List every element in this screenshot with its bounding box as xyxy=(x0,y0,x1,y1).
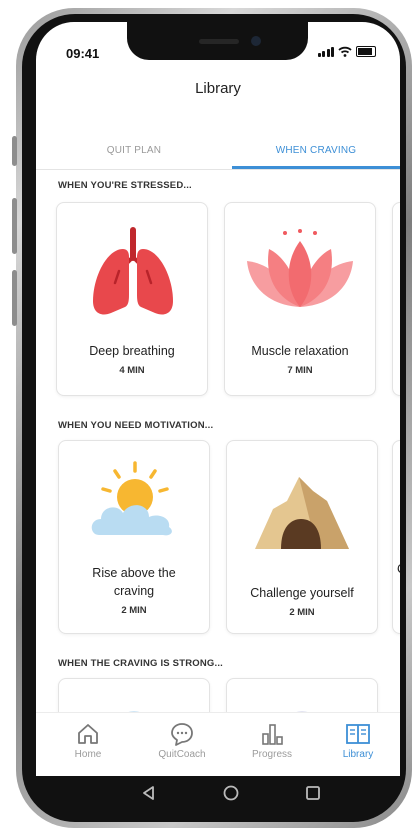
notch xyxy=(127,22,308,60)
speaker-grill xyxy=(199,39,239,44)
card-title: Challenge yourself xyxy=(250,586,354,600)
back-icon[interactable] xyxy=(140,784,158,802)
battery-icon xyxy=(356,46,376,57)
page-title: Library xyxy=(195,80,241,97)
card-duration: 4 MIN xyxy=(119,365,145,376)
nav-home[interactable]: Home xyxy=(48,721,128,760)
nav-label-progress: Progress xyxy=(251,749,292,760)
home-circle-icon[interactable] xyxy=(222,784,240,802)
status-icons xyxy=(317,46,376,57)
recents-icon[interactable] xyxy=(304,784,322,802)
active-tab-indicator xyxy=(232,166,400,169)
section-label-strong: WHEN THE CRAVING IS STRONG... xyxy=(58,658,224,669)
book-icon xyxy=(346,724,370,744)
tab-quit-plan[interactable]: QUIT PLAN xyxy=(36,136,232,166)
card-muscle-relaxation[interactable]: Muscle relaxation 7 MIN xyxy=(224,202,376,396)
bar-chart-icon xyxy=(262,724,283,745)
signal-icon xyxy=(317,47,334,57)
lungs-icon xyxy=(93,227,173,315)
card-duration: 2 MIN xyxy=(121,605,147,616)
card-partial-motivation[interactable]: C xyxy=(392,440,400,634)
bottom-nav: Home QuitCoach Progress Library xyxy=(36,712,400,776)
nav-library[interactable]: Library xyxy=(318,721,398,760)
nav-label-library: Library xyxy=(342,749,374,760)
tab-divider xyxy=(36,169,400,170)
card-title-line-2: craving xyxy=(113,584,155,598)
card-duration: 7 MIN xyxy=(287,365,313,376)
section-label-stressed: WHEN YOU'RE STRESSED... xyxy=(58,180,192,191)
chat-bubble-icon xyxy=(171,723,193,746)
sun-cloud-icon xyxy=(91,461,172,536)
card-title-partial: C xyxy=(397,561,400,578)
wifi-icon xyxy=(338,46,352,57)
card-rise-above-craving[interactable]: Rise above the craving 2 MIN xyxy=(58,440,210,634)
card-deep-breathing[interactable]: Deep breathing 4 MIN xyxy=(56,202,208,396)
system-nav-bar xyxy=(36,776,400,828)
nav-label-quitcoach: QuitCoach xyxy=(158,749,206,760)
home-icon xyxy=(78,724,98,744)
nav-quitcoach[interactable]: QuitCoach xyxy=(142,721,222,760)
card-title: Deep breathing xyxy=(89,344,175,358)
front-camera xyxy=(251,36,261,46)
lotus-icon xyxy=(247,229,353,307)
volume-up-button xyxy=(12,198,17,254)
volume-down-button xyxy=(12,270,17,326)
status-time: 09:41 xyxy=(66,46,100,61)
card-title-line-1: Rise above the xyxy=(92,566,176,580)
section-label-motivation: WHEN YOU NEED MOTIVATION... xyxy=(58,420,214,431)
card-partial-stressed[interactable] xyxy=(392,202,400,396)
nav-label-home: Home xyxy=(74,749,102,760)
mute-switch xyxy=(12,136,17,166)
tab-when-craving[interactable]: WHEN CRAVING xyxy=(232,136,400,166)
app-screen: 09:41 Library QUIT PLAN WHEN CRAVING WHE… xyxy=(36,22,400,776)
nav-progress[interactable]: Progress xyxy=(232,721,312,760)
cave-icon xyxy=(255,477,349,549)
tab-bar: QUIT PLAN WHEN CRAVING xyxy=(36,136,400,170)
card-title: Muscle relaxation xyxy=(251,344,349,358)
card-duration: 2 MIN xyxy=(289,607,315,618)
card-challenge-yourself[interactable]: Challenge yourself 2 MIN xyxy=(226,440,378,634)
